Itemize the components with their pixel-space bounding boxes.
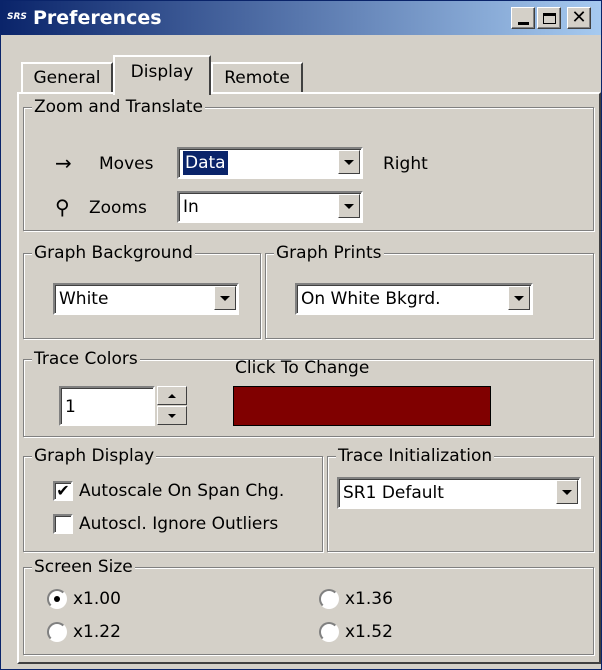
trace-number-input[interactable]: 1	[59, 386, 155, 426]
trace-initialization-select[interactable]: SR1 Default	[337, 477, 581, 509]
preferences-window: SRS Preferences ✕ General Display Remote…	[0, 0, 602, 670]
autoscale-checkbox[interactable]: ✔	[53, 481, 73, 501]
trace-initialization-legend: Trace Initialization	[336, 445, 495, 467]
trace-number-up-button[interactable]	[157, 386, 187, 405]
zooms-select[interactable]: In	[177, 191, 363, 223]
zooms-label: Zooms	[89, 198, 147, 218]
chevron-down-icon	[168, 413, 176, 418]
moves-value: Data	[182, 150, 229, 176]
graph-prints-value: On White Bkgrd.	[301, 289, 441, 309]
screen-size-legend: Screen Size	[32, 556, 135, 578]
chevron-down-icon	[514, 295, 524, 301]
graph-display-group: Graph Display	[23, 445, 323, 552]
graph-display-legend: Graph Display	[32, 445, 157, 467]
arrow-right-icon: →	[55, 151, 72, 175]
chevron-down-icon	[562, 489, 572, 495]
graph-background-value: White	[59, 289, 109, 309]
graph-background-select[interactable]: White	[53, 283, 239, 315]
screen-size-label-136[interactable]: x1.36	[345, 588, 393, 610]
graph-background-legend: Graph Background	[32, 242, 195, 264]
trace-number-value: 1	[65, 397, 76, 417]
minimize-icon	[517, 21, 529, 25]
chevron-down-icon	[344, 159, 354, 165]
screen-size-radio-136[interactable]	[319, 589, 339, 609]
chevron-down-icon	[344, 203, 354, 209]
screen-size-label-122[interactable]: x1.22	[73, 621, 121, 643]
trace-initialization-value: SR1 Default	[343, 483, 444, 503]
window-title: Preferences	[33, 7, 162, 29]
screen-size-label-100[interactable]: x1.00	[73, 588, 121, 610]
title-bar[interactable]: SRS Preferences ✕	[1, 1, 601, 35]
tab-remote[interactable]: Remote	[211, 62, 303, 92]
click-to-change-label: Click To Change	[235, 358, 370, 378]
graph-prints-legend: Graph Prints	[274, 242, 384, 264]
moves-select[interactable]: Data	[177, 147, 363, 179]
graph-prints-select[interactable]: On White Bkgrd.	[295, 283, 533, 315]
graph-prints-dropdown-button[interactable]	[508, 286, 530, 310]
app-icon: SRS	[7, 12, 27, 22]
screen-size-label-152[interactable]: x1.52	[345, 621, 393, 643]
maximize-icon	[542, 12, 556, 24]
screen-size-radio-100[interactable]	[47, 589, 67, 609]
autoscale-label[interactable]: Autoscale On Span Chg.	[79, 480, 284, 502]
close-icon: ✕	[571, 7, 587, 28]
maximize-button[interactable]	[537, 7, 561, 29]
graph-background-dropdown-button[interactable]	[214, 286, 236, 310]
zoom-translate-legend: Zoom and Translate	[32, 96, 205, 118]
trace-initialization-dropdown-button[interactable]	[556, 480, 578, 504]
moves-dropdown-button[interactable]	[338, 150, 360, 174]
tab-general[interactable]: General	[21, 62, 113, 92]
tab-display[interactable]: Display	[113, 55, 211, 95]
zooms-value: In	[183, 197, 199, 217]
trace-color-swatch[interactable]	[233, 386, 491, 426]
minimize-button[interactable]	[511, 7, 535, 29]
chevron-up-icon	[168, 393, 176, 398]
moves-label: Moves	[99, 154, 154, 174]
screen-size-radio-152[interactable]	[319, 622, 339, 642]
trace-colors-legend: Trace Colors	[32, 348, 140, 370]
zoom-icon: ⚲	[55, 195, 70, 219]
screen-size-radio-122[interactable]	[47, 622, 67, 642]
zooms-dropdown-button[interactable]	[338, 194, 360, 218]
moves-direction-label: Right	[383, 154, 428, 174]
close-button[interactable]: ✕	[567, 7, 591, 29]
ignore-outliers-label[interactable]: Autoscl. Ignore Outliers	[79, 513, 278, 535]
radio-selected-dot	[54, 596, 60, 602]
chevron-down-icon	[220, 295, 230, 301]
ignore-outliers-checkbox[interactable]	[53, 514, 73, 534]
trace-number-down-button[interactable]	[157, 406, 187, 425]
